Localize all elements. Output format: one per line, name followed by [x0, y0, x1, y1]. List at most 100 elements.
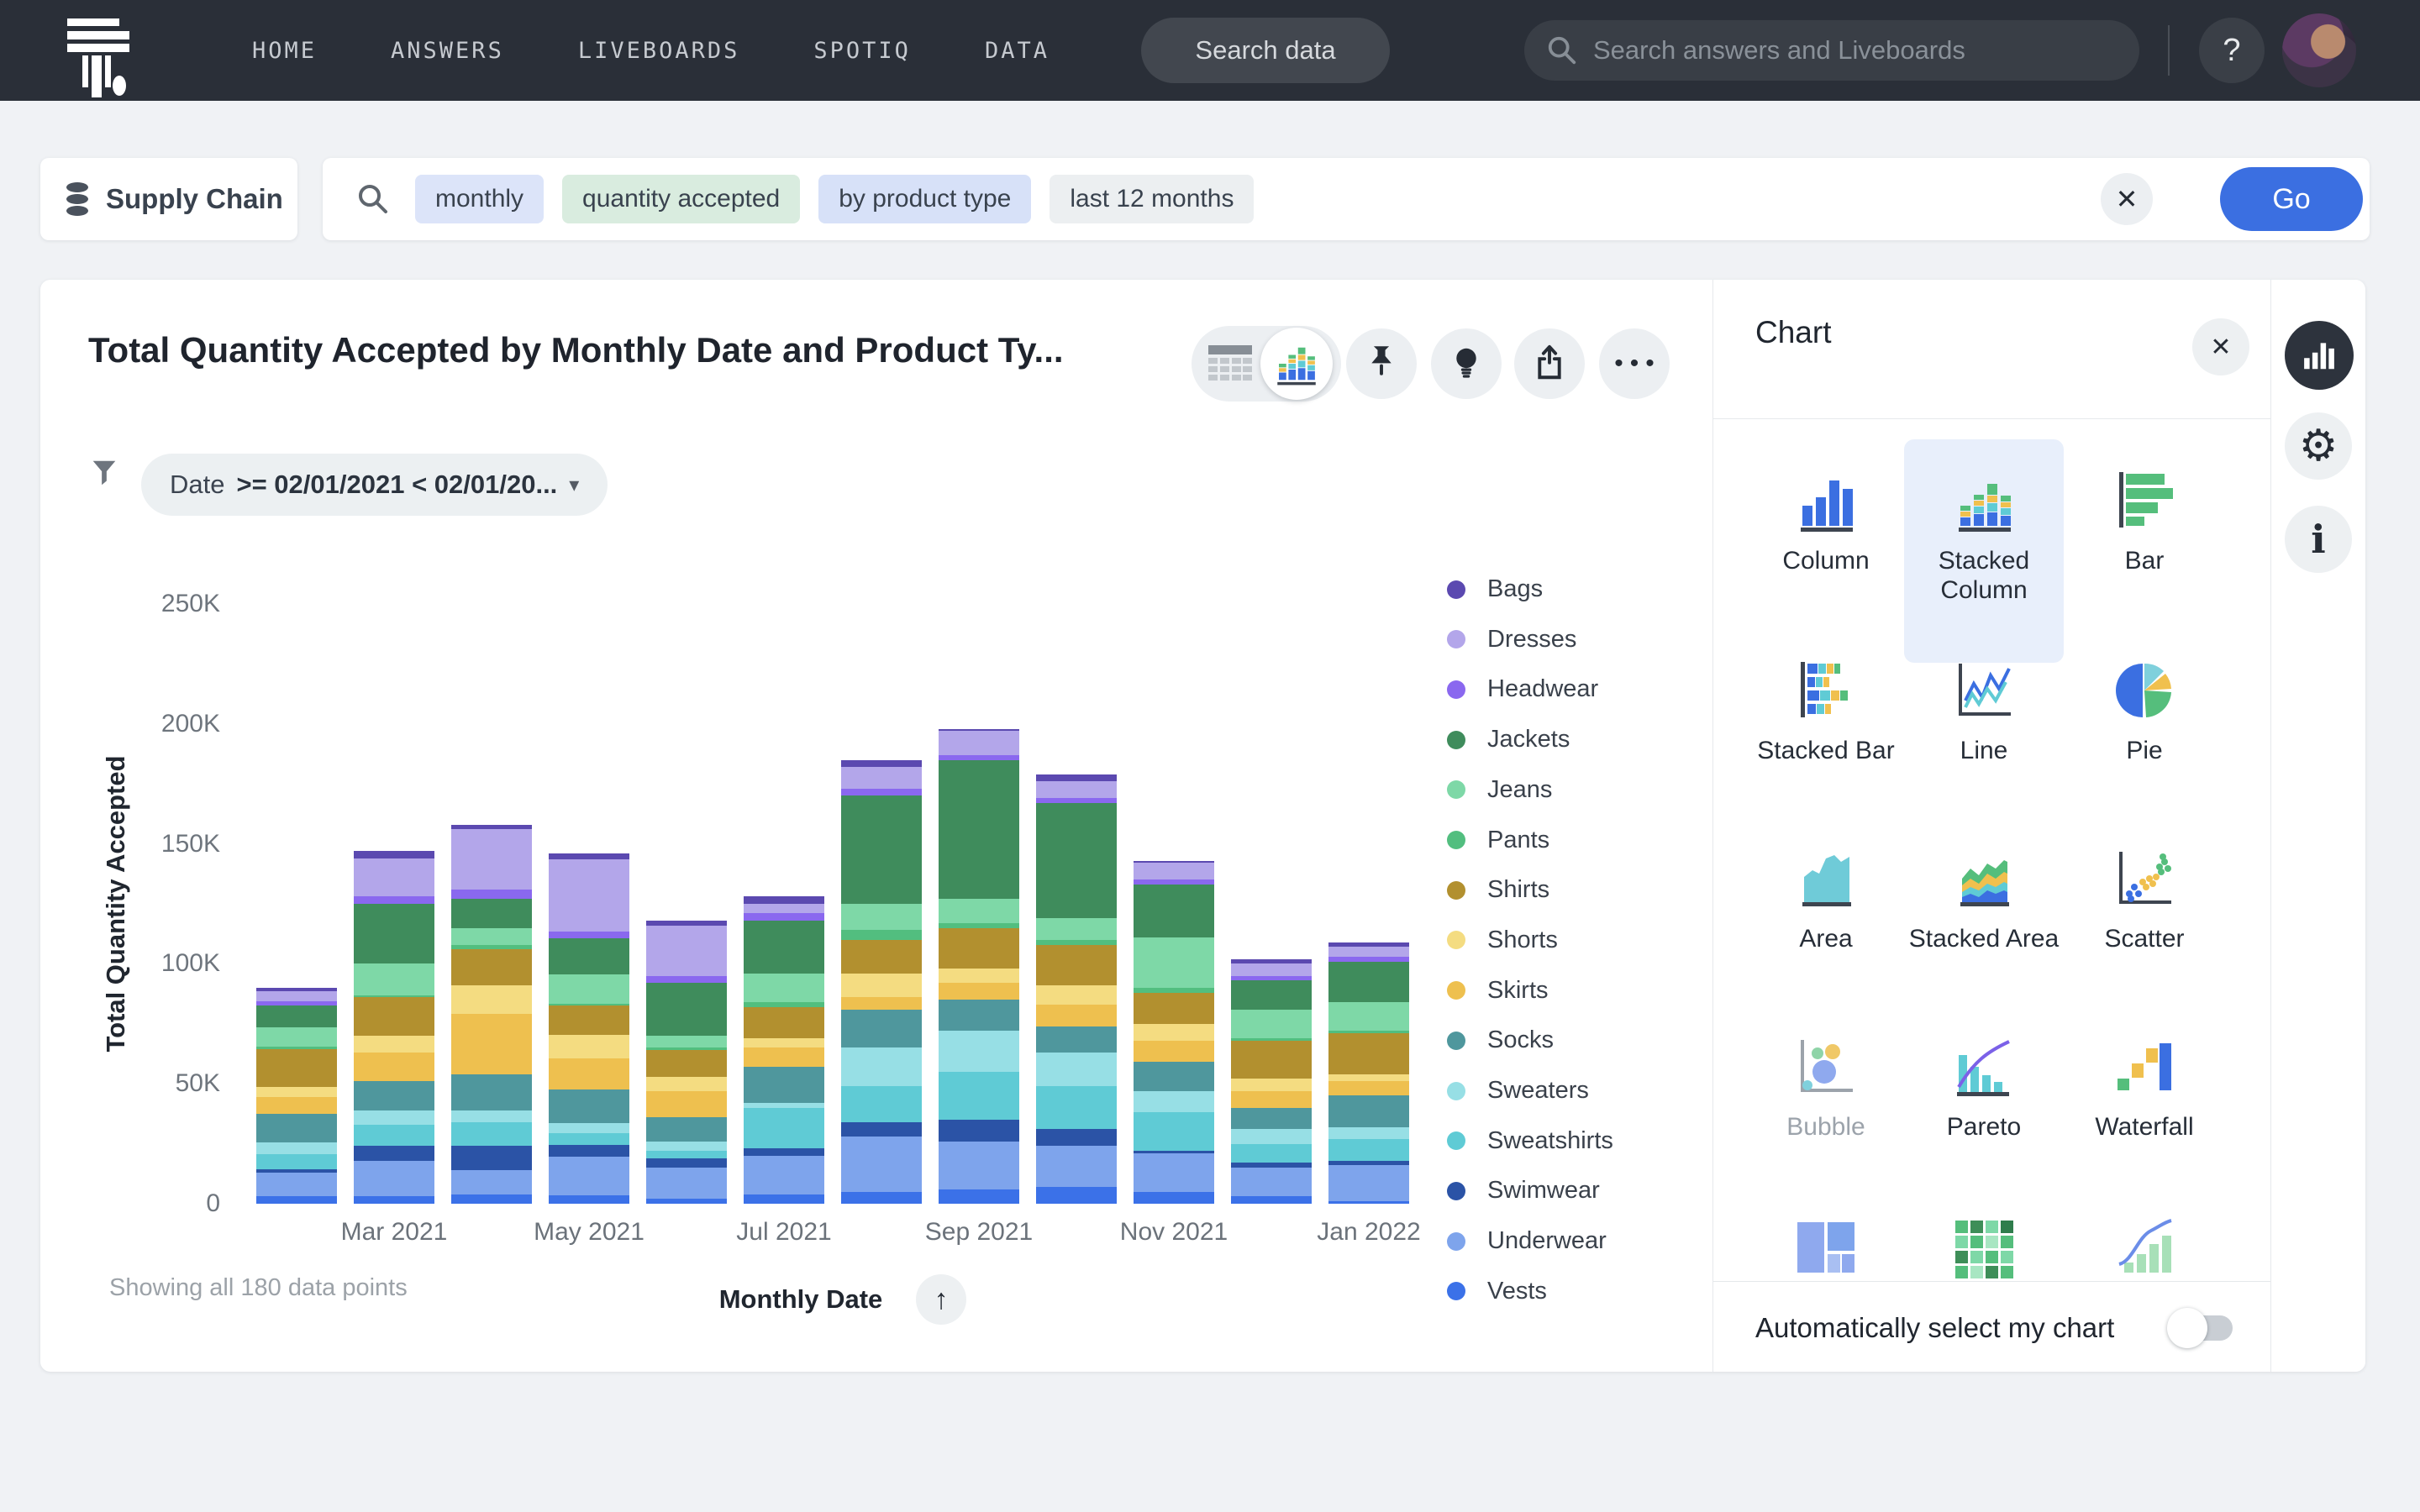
bar-segment-shorts[interactable] — [451, 985, 532, 1015]
bar-segment-underwear[interactable] — [451, 1170, 532, 1194]
bar-segment-shirts[interactable] — [549, 1005, 629, 1035]
bar-nov-2021[interactable] — [1134, 280, 1214, 1204]
bar-segment-vests[interactable] — [646, 1199, 727, 1204]
bar-segment-sweatshirts[interactable] — [1036, 1086, 1117, 1130]
bar-segment-shorts[interactable] — [256, 1087, 337, 1097]
legend-item-sweatshirts[interactable]: Sweatshirts — [1447, 1127, 1613, 1155]
legend-item-dresses[interactable]: Dresses — [1447, 626, 1576, 654]
bar-segment-skirts[interactable] — [939, 983, 1019, 1000]
bar-segment-socks[interactable] — [646, 1117, 727, 1142]
bar-segment-shirts[interactable] — [1328, 1033, 1409, 1074]
bar-segment-shirts[interactable] — [451, 949, 532, 986]
bar-segment-socks[interactable] — [1036, 1026, 1117, 1053]
bar-segment-skirts[interactable] — [1036, 1004, 1117, 1026]
bar-mar-2021[interactable] — [354, 280, 434, 1204]
bar-apr-2021[interactable] — [451, 280, 532, 1204]
bar-segment-dresses[interactable] — [841, 767, 922, 789]
bar-segment-vests[interactable] — [354, 1196, 434, 1204]
bar-segment-shorts[interactable] — [744, 1037, 824, 1048]
bar-segment-shorts[interactable] — [1036, 985, 1117, 1005]
bar-segment-shirts[interactable] — [744, 1006, 824, 1038]
bar-segment-dresses[interactable] — [1134, 863, 1214, 880]
legend-item-bags[interactable]: Bags — [1447, 575, 1543, 603]
close-panel-button[interactable]: ✕ — [2192, 318, 2249, 375]
bar-segment-headwear[interactable] — [1231, 975, 1312, 981]
bar-segment-pants[interactable] — [256, 1046, 337, 1049]
bar-segment-headwear[interactable] — [646, 975, 727, 984]
legend-item-skirts[interactable]: Skirts — [1447, 977, 1549, 1005]
bar-segment-bags[interactable] — [744, 896, 824, 904]
bar-segment-headwear[interactable] — [744, 913, 824, 921]
bar-segment-shorts[interactable] — [549, 1034, 629, 1059]
legend-item-headwear[interactable]: Headwear — [1447, 675, 1598, 703]
bar-segment-dresses[interactable] — [646, 925, 727, 976]
bar-segment-shirts[interactable] — [841, 939, 922, 974]
bar-segment-underwear[interactable] — [549, 1157, 629, 1195]
bar-segment-dresses[interactable] — [451, 829, 532, 890]
legend-item-jeans[interactable]: Jeans — [1447, 776, 1552, 804]
bar-segment-shorts[interactable] — [841, 973, 922, 998]
bar-segment-socks[interactable] — [1231, 1107, 1312, 1130]
bar-oct-2021[interactable] — [1036, 280, 1117, 1204]
bar-segment-jeans[interactable] — [646, 1036, 727, 1048]
bar-dec-2021[interactable] — [1231, 280, 1312, 1204]
bar-segment-headwear[interactable] — [841, 788, 922, 796]
legend-item-shirts[interactable]: Shirts — [1447, 876, 1549, 904]
bar-segment-shirts[interactable] — [1134, 992, 1214, 1024]
bar-segment-bags[interactable] — [841, 759, 922, 768]
bar-segment-vests[interactable] — [451, 1194, 532, 1204]
bar-jun-2021[interactable] — [646, 280, 727, 1204]
bar-segment-pants[interactable] — [939, 922, 1019, 928]
bar-segment-bags[interactable] — [1231, 958, 1312, 964]
bar-segment-underwear[interactable] — [354, 1160, 434, 1197]
bar-segment-jackets[interactable] — [646, 983, 727, 1037]
bar-segment-sweatshirts[interactable] — [939, 1071, 1019, 1121]
bar-segment-headwear[interactable] — [256, 1000, 337, 1006]
bar-segment-socks[interactable] — [1328, 1095, 1409, 1127]
bar-segment-swimwear[interactable] — [256, 1168, 337, 1173]
bar-segment-jackets[interactable] — [841, 795, 922, 904]
bar-segment-jeans[interactable] — [841, 904, 922, 931]
bar-segment-sweaters[interactable] — [256, 1142, 337, 1155]
bar-segment-underwear[interactable] — [1036, 1146, 1117, 1187]
nav-item-home[interactable]: HOME — [252, 38, 317, 64]
bar-segment-headwear[interactable] — [1134, 879, 1214, 885]
help-button[interactable]: ? — [2199, 18, 2265, 83]
bar-segment-swimwear[interactable] — [1328, 1160, 1409, 1166]
bar-segment-underwear[interactable] — [1134, 1153, 1214, 1192]
bar-segment-sweatshirts[interactable] — [354, 1124, 434, 1147]
bar-segment-dresses[interactable] — [744, 904, 824, 914]
bar-segment-skirts[interactable] — [744, 1047, 824, 1068]
query-token[interactable]: quantity accepted — [562, 175, 801, 223]
bar-segment-jackets[interactable] — [451, 899, 532, 928]
bar-segment-dresses[interactable] — [939, 731, 1019, 755]
bar-segment-socks[interactable] — [256, 1113, 337, 1143]
bar-segment-dresses[interactable] — [549, 859, 629, 932]
bar-segment-socks[interactable] — [841, 1009, 922, 1048]
bar-segment-sweaters[interactable] — [744, 1103, 824, 1108]
chart-type-heatmap[interactable] — [1904, 1186, 2064, 1281]
bar-segment-sweaters[interactable] — [841, 1047, 922, 1087]
bar-segment-swimwear[interactable] — [1036, 1129, 1117, 1147]
bar-segment-swimwear[interactable] — [549, 1145, 629, 1158]
bar-segment-underwear[interactable] — [256, 1172, 337, 1197]
bar-segment-headwear[interactable] — [939, 754, 1019, 760]
bar-jan-2022[interactable] — [1328, 280, 1409, 1204]
bar-segment-dresses[interactable] — [1231, 963, 1312, 976]
nav-item-liveboards[interactable]: LIVEBOARDS — [578, 38, 740, 64]
bar-segment-pants[interactable] — [1328, 1031, 1409, 1034]
bar-segment-vests[interactable] — [1036, 1187, 1117, 1204]
bar-segment-underwear[interactable] — [939, 1141, 1019, 1189]
legend-item-sweaters[interactable]: Sweaters — [1447, 1077, 1589, 1105]
bar-segment-pants[interactable] — [1231, 1037, 1312, 1041]
legend-item-swimwear[interactable]: Swimwear — [1447, 1177, 1600, 1205]
chart-type-treemap[interactable] — [1746, 1186, 1906, 1281]
bar-segment-sweaters[interactable] — [354, 1110, 434, 1125]
bar-segment-skirts[interactable] — [451, 1014, 532, 1074]
bar-segment-shorts[interactable] — [1134, 1023, 1214, 1041]
bar-segment-jackets[interactable] — [1134, 885, 1214, 937]
bar-segment-pants[interactable] — [549, 1003, 629, 1006]
legend-item-vests[interactable]: Vests — [1447, 1278, 1547, 1305]
bar-segment-vests[interactable] — [1134, 1191, 1214, 1204]
bar-segment-pants[interactable] — [744, 1002, 824, 1007]
